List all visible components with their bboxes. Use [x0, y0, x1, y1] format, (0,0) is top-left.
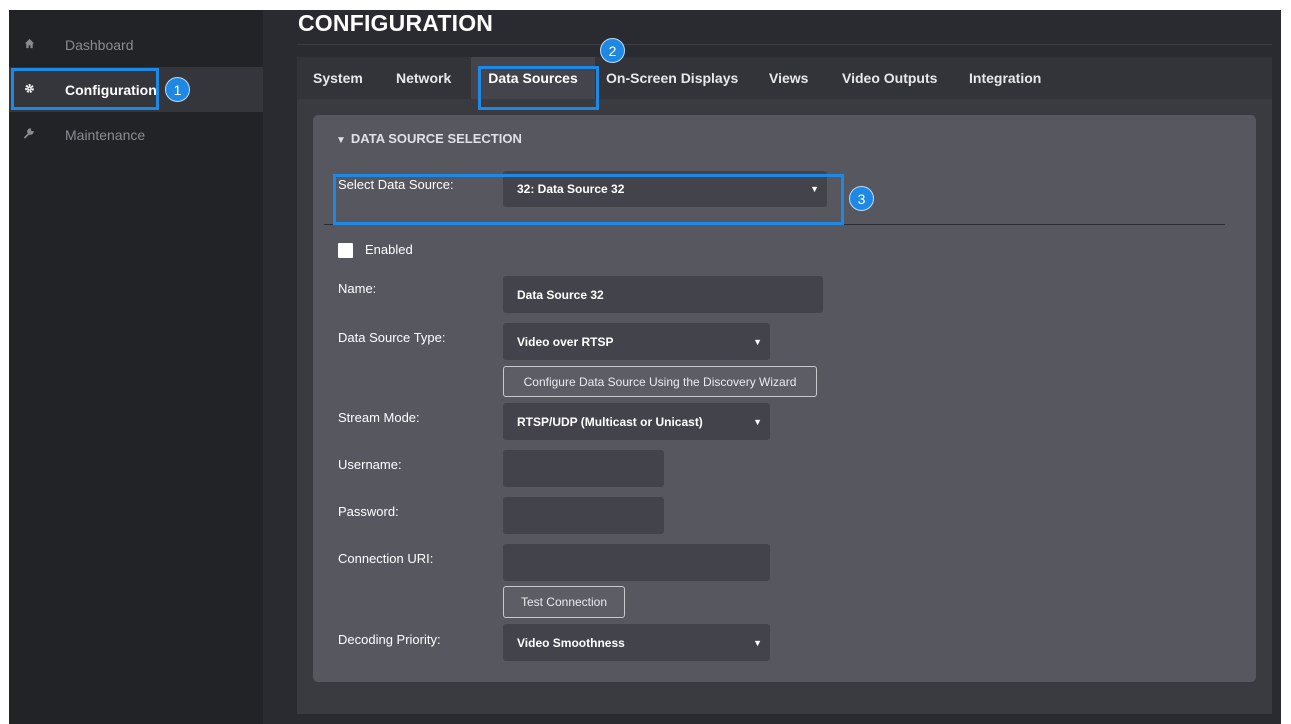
select-source-value: 32: Data Source 32	[517, 182, 625, 196]
discovery-wizard-button[interactable]: Configure Data Source Using the Discover…	[503, 366, 817, 397]
sidebar-item-label: Configuration	[65, 81, 157, 98]
section-title: DATA SOURCE SELECTION	[350, 131, 522, 146]
stream-mode-value: RTSP/UDP (Multicast or Unicast)	[517, 414, 703, 429]
type-label: Data Source Type:	[338, 330, 446, 345]
gear-icon	[19, 82, 39, 97]
wrench-icon	[19, 127, 39, 142]
tab-system[interactable]: System	[313, 57, 363, 99]
uri-field[interactable]	[517, 555, 770, 570]
sidebar-item-configuration[interactable]: Configuration	[9, 67, 263, 112]
stream-mode-dropdown[interactable]: RTSP/UDP (Multicast or Unicast) ▼	[503, 403, 770, 440]
tab-bar: System Network Data Sources On-Screen Di…	[297, 57, 1272, 99]
sidebar: Dashboard Configuration Maintenance	[9, 10, 263, 724]
name-label: Name:	[338, 281, 377, 296]
page-title: CONFIGURATION	[298, 10, 494, 36]
home-icon	[19, 37, 39, 52]
uri-label: Connection URI:	[338, 551, 434, 566]
stream-mode-label: Stream Mode:	[338, 410, 420, 425]
title-divider	[297, 44, 1272, 45]
name-input[interactable]: Data Source 32	[503, 276, 823, 313]
select-source-label: Select Data Source:	[338, 177, 454, 192]
name-value: Data Source 32	[517, 287, 604, 302]
caret-down-icon: ▼	[753, 416, 762, 427]
tab-views[interactable]: Views	[769, 57, 808, 99]
password-field[interactable]	[517, 508, 664, 523]
username-field[interactable]	[517, 461, 664, 476]
caret-down-icon: ▼	[753, 336, 762, 347]
username-input[interactable]	[503, 450, 664, 487]
enabled-checkbox[interactable]	[338, 243, 353, 258]
sidebar-item-dashboard[interactable]: Dashboard	[9, 22, 263, 67]
tab-data-sources[interactable]: Data Sources	[471, 57, 595, 99]
enabled-label: Enabled	[365, 242, 413, 257]
section-divider	[324, 224, 1225, 225]
annotation-badge-2: 2	[600, 38, 625, 63]
chevron-down-icon: ▼	[336, 135, 346, 146]
section-header[interactable]: ▼ DATA SOURCE SELECTION	[336, 131, 522, 146]
tab-integration[interactable]: Integration	[969, 57, 1041, 99]
type-value: Video over RTSP	[517, 334, 614, 349]
select-source-dropdown[interactable]: 32: Data Source 32 ▼	[503, 171, 827, 207]
uri-input[interactable]	[503, 544, 770, 581]
annotation-badge-3: 3	[849, 186, 874, 211]
password-input[interactable]	[503, 497, 664, 534]
sidebar-item-maintenance[interactable]: Maintenance	[9, 112, 263, 157]
tab-video-outputs[interactable]: Video Outputs	[842, 57, 937, 99]
tab-network[interactable]: Network	[396, 57, 451, 99]
test-connection-button[interactable]: Test Connection	[503, 586, 625, 618]
decoding-dropdown[interactable]: Video Smoothness ▼	[503, 624, 770, 661]
annotation-badge-1: 1	[165, 77, 190, 102]
decoding-value: Video Smoothness	[517, 635, 625, 650]
sidebar-item-label: Dashboard	[65, 36, 134, 53]
caret-down-icon: ▼	[753, 637, 762, 648]
password-label: Password:	[338, 504, 399, 519]
caret-down-icon: ▼	[810, 184, 819, 194]
type-dropdown[interactable]: Video over RTSP ▼	[503, 323, 770, 360]
tab-on-screen-displays[interactable]: On-Screen Displays	[606, 57, 738, 99]
sidebar-item-label: Maintenance	[65, 126, 146, 143]
decoding-label: Decoding Priority:	[338, 632, 441, 647]
username-label: Username:	[338, 457, 402, 472]
